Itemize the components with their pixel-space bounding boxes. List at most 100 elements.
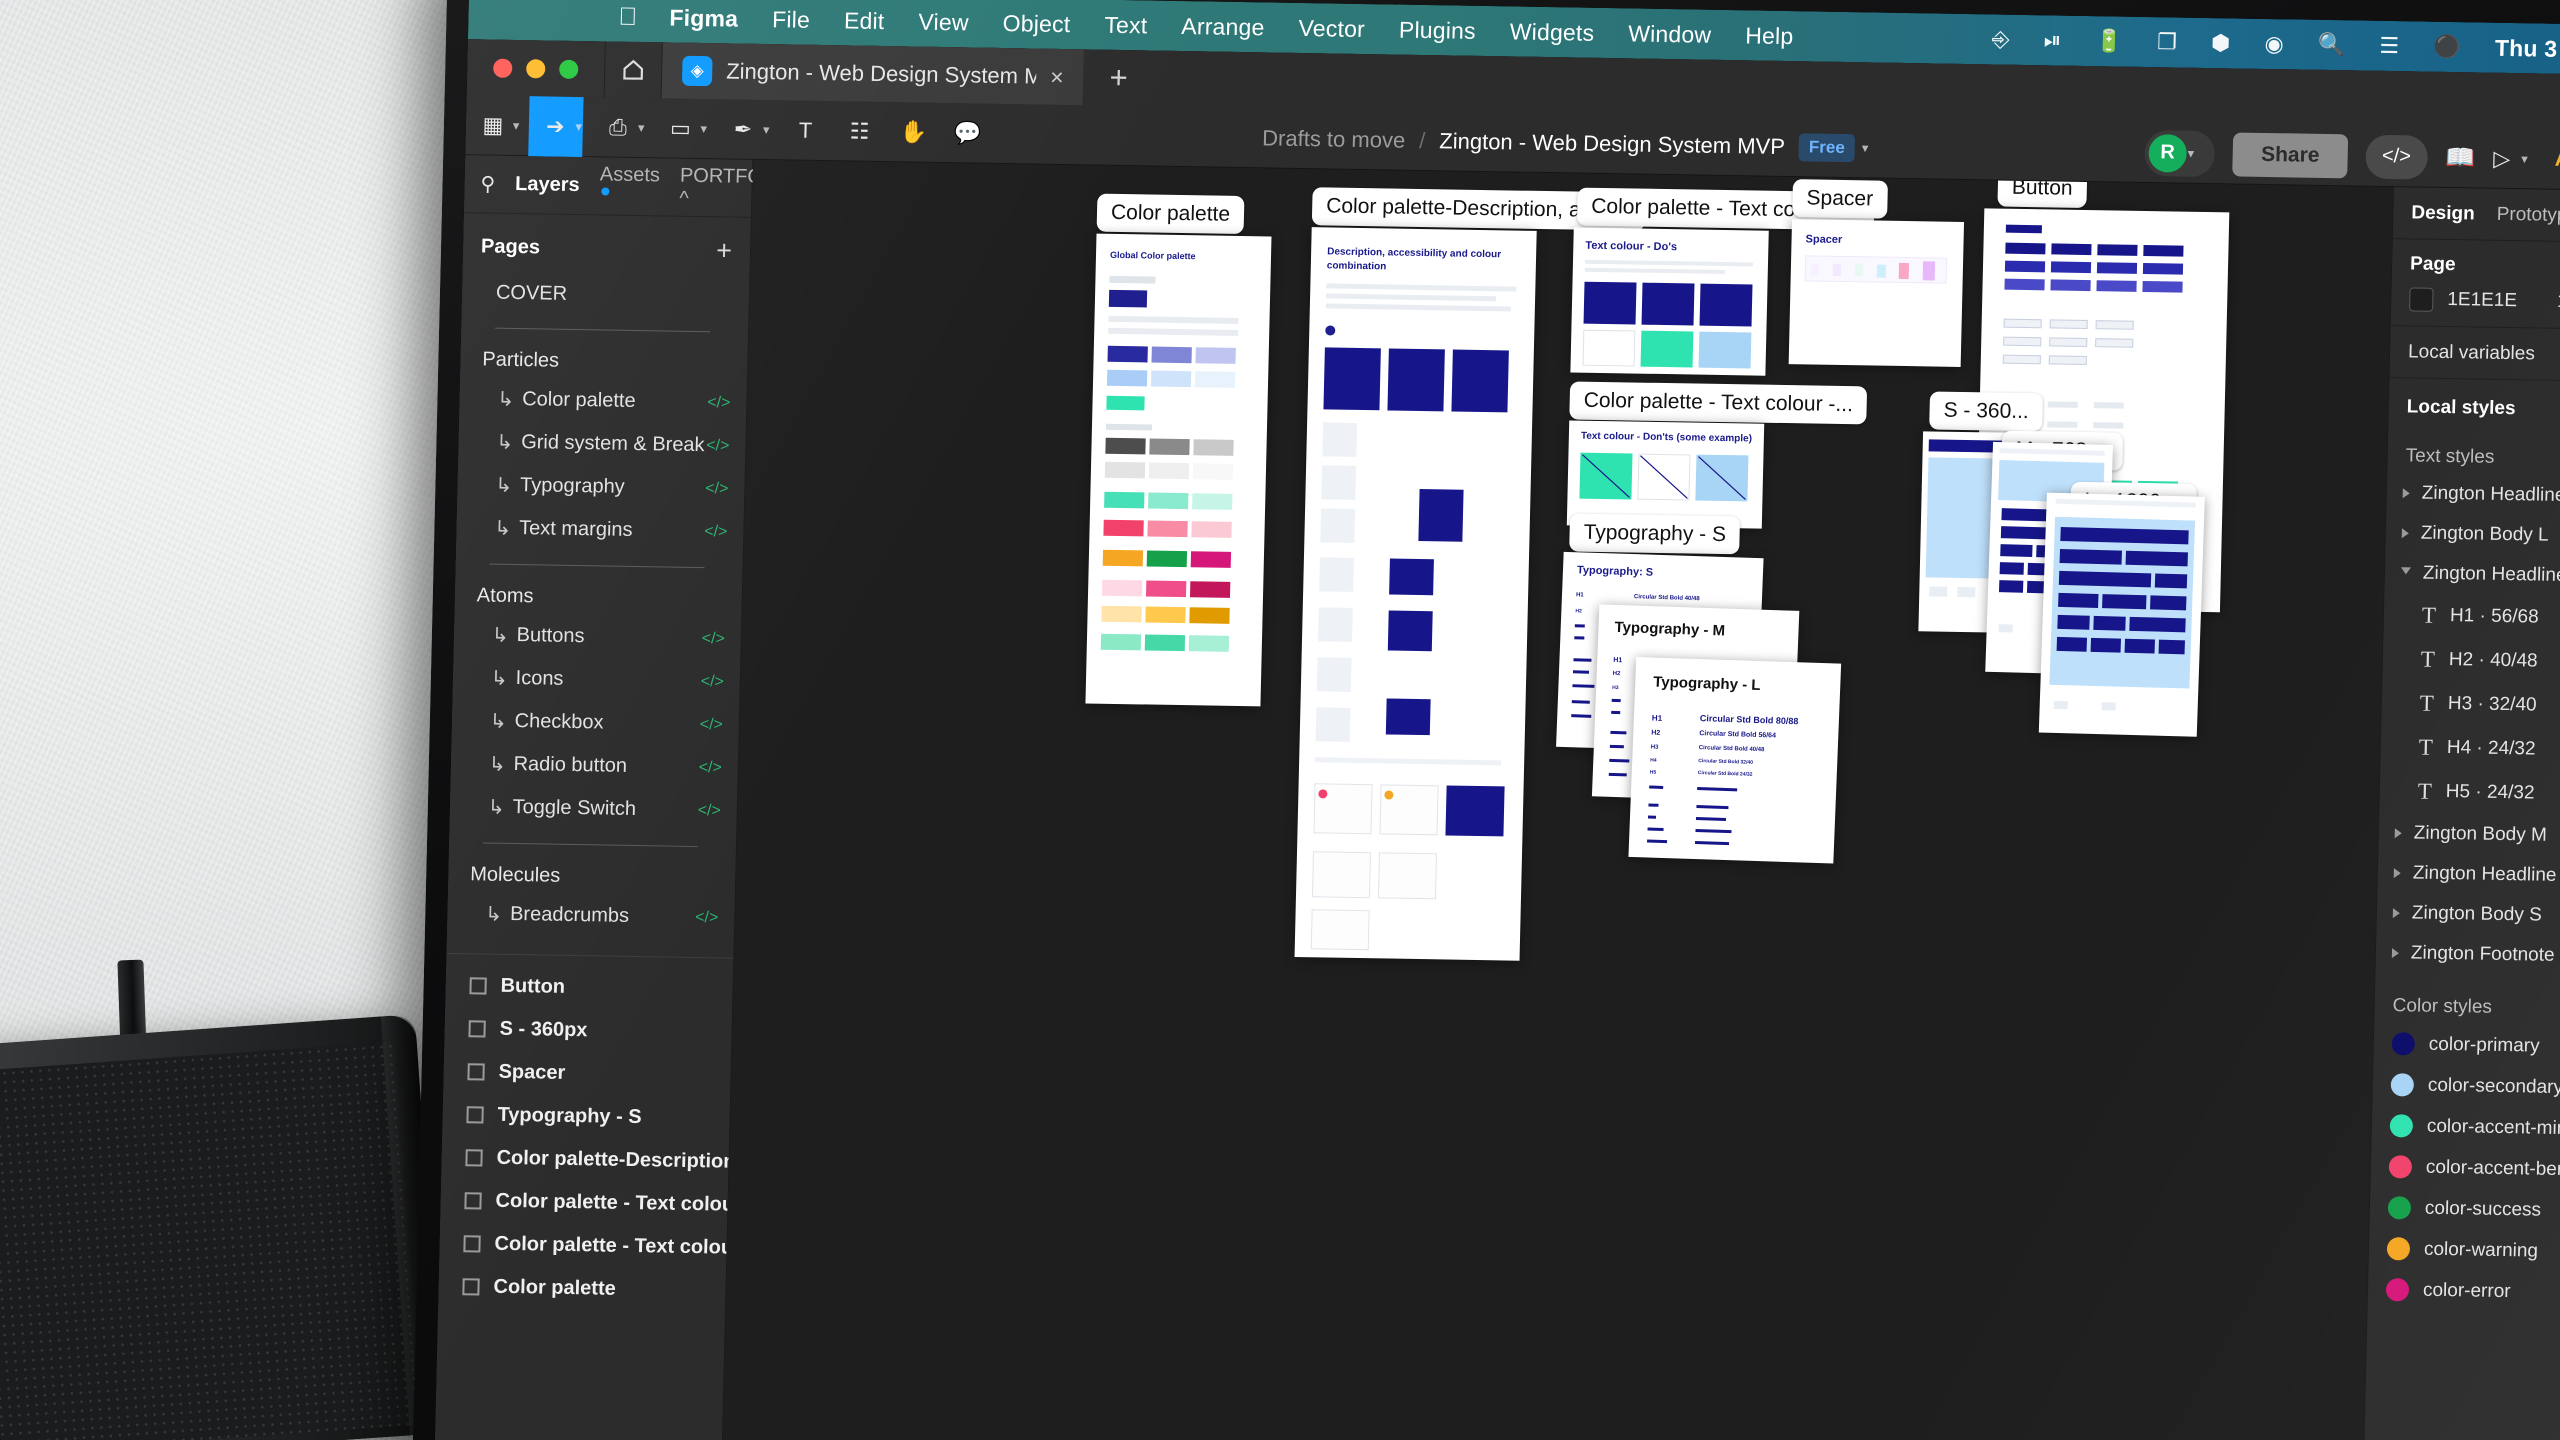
maximize-window-button[interactable] [559,59,579,79]
text-style-h4[interactable]: T H4 · 24/32 [2380,725,2560,774]
chevron-right-icon[interactable] [2393,868,2401,879]
menu-item-edit[interactable]: Edit [844,7,885,35]
list-item[interactable]: Color palette - Text colour - Do's [439,1222,727,1270]
list-item[interactable]: Button [445,964,733,1012]
menubar-clock[interactable]: Thu 3 Oct 13:4 [2495,34,2560,64]
page-item-color-palette[interactable]: ↳ Color palette </> [459,377,747,425]
shape-caret-icon[interactable]: ▾ [700,121,707,137]
menu-item-window[interactable]: Window [1628,20,1712,48]
document-tab[interactable]: ◈ Zington - Web Design System MVP × [661,42,1085,106]
text-style-zington-body-s[interactable]: Zington Body S [2376,893,2560,938]
page-color-hex[interactable]: 1E1E1E [2447,289,2517,312]
bluetooth-icon[interactable]: ⬢ [2211,30,2231,56]
tab-prototype[interactable]: Prototype [2496,203,2560,226]
menu-item-widgets[interactable]: Widgets [1509,18,1595,46]
list-item[interactable]: Color palette [438,1265,726,1313]
chevron-right-icon[interactable] [2394,828,2402,839]
tab-design[interactable]: Design [2411,202,2475,225]
code-icon[interactable]: </> [707,394,731,412]
page-item-typography[interactable]: ↳ Typography </> [457,463,745,511]
color-style-accent-berry[interactable]: color-accent-berry [2370,1146,2560,1192]
page-item-cover[interactable]: COVER [461,272,749,318]
text-style-zington-body-l[interactable]: Zington Body L [2385,513,2560,558]
search-icon[interactable]: ⚲ [480,171,495,196]
avatar[interactable]: R ▾ [2144,129,2216,177]
book-icon[interactable]: 📖 [2445,143,2476,172]
code-icon[interactable]: </> [704,523,728,541]
move-caret-icon[interactable]: ▾ [575,118,582,134]
control-center-icon[interactable]: ☰ [2379,33,2400,59]
search-icon[interactable]: 🔍 [2318,32,2346,58]
color-style-secondary[interactable]: color-secondary [2372,1064,2560,1110]
menu-item-object[interactable]: Object [1002,10,1070,38]
menu-item-help[interactable]: Help [1745,22,1794,50]
page-item-checkbox[interactable]: ↳ Checkbox </> [451,699,739,747]
list-item[interactable]: Typography - S [442,1093,730,1141]
frame-caret-icon[interactable]: ▾ [638,119,645,135]
siri-icon[interactable]: ⚫ [2433,34,2461,60]
code-icon[interactable]: </> [698,759,723,777]
page-item-buttons[interactable]: ↳ Buttons </> [453,613,741,661]
list-item[interactable]: Color palette-Description, access... [441,1136,729,1184]
component-icon[interactable]: ☷ [832,101,887,162]
page-item-breadcrumbs[interactable]: ↳ Breadcrumbs </> [447,892,735,940]
wifi-icon[interactable]: ◉ [2264,31,2284,57]
menu-item-view[interactable]: View [918,8,969,36]
chevron-down-icon[interactable] [2400,567,2412,580]
list-item[interactable]: S - 360px [444,1007,732,1055]
document-menu-caret-icon[interactable]: ▾ [1862,140,1869,156]
new-tab-button[interactable]: + [1083,49,1154,106]
frame-label-color-palette[interactable]: Color palette [1096,193,1245,235]
list-item[interactable]: Spacer [443,1050,731,1098]
color-style-accent-mint[interactable]: color-accent-mint [2371,1105,2560,1151]
menu-item-figma[interactable]: Figma [669,4,738,32]
code-icon[interactable]: </> [697,802,721,820]
text-style-zington-headline-s[interactable]: Zington Headline S [2377,853,2560,898]
menu-grid-caret-icon[interactable]: ▾ [513,117,520,133]
present-caret-icon[interactable]: ▾ [2521,151,2528,167]
code-icon[interactable]: </> [705,480,729,498]
color-style-success[interactable]: color-success [2369,1187,2560,1233]
avatar-caret-icon[interactable]: ▾ [2187,145,2194,161]
chevron-right-icon[interactable] [2401,528,2409,539]
color-style-primary[interactable]: color-primary [2373,1023,2560,1069]
breadcrumb-parent[interactable]: Drafts to move [1262,125,1406,153]
present-play-icon[interactable]: ▷ [2493,145,2511,171]
frame-label-typography-s[interactable]: Typography - S [1569,513,1741,555]
local-variables-section[interactable]: Local variables ⚙ [2389,326,2560,383]
code-icon[interactable]: </> [706,437,730,455]
menu-item-plugins[interactable]: Plugins [1399,16,1476,44]
chevron-right-icon[interactable] [2402,488,2410,499]
text-style-zington-footnote[interactable]: Zington Footnote S - M - L [2375,933,2560,978]
minimize-window-button[interactable] [526,58,546,78]
frame-spacer[interactable]: Spacer [1788,219,1965,367]
text-icon[interactable]: T [778,100,833,161]
frame-color-palette-description[interactable]: Description, accessibility and colour co… [1294,227,1537,961]
text-style-h1[interactable]: T H1 · 56/68 [2383,593,2560,642]
chevron-right-icon[interactable] [2392,908,2400,919]
dev-mode-button[interactable]: </> [2364,134,2428,180]
text-style-zington-body-m[interactable]: Zington Body M [2378,813,2560,858]
hand-icon[interactable]: ✋ [886,102,941,163]
figma-status-icon[interactable]: ⎆ [1992,26,2010,52]
close-window-button[interactable] [493,58,513,78]
frame-l-1200px[interactable] [2038,492,2205,737]
frame-color-palette[interactable]: Global Color palette [1085,233,1272,707]
color-style-warning[interactable]: color-warning [2368,1228,2560,1274]
screen-mirror-icon[interactable]: ❐ [2157,29,2178,55]
page-item-radio-button[interactable]: ↳ Radio button </> [450,742,738,790]
comment-icon[interactable]: 💬 [940,103,995,164]
text-style-h5[interactable]: T H5 · 24/32 [2379,769,2560,818]
frame-label-text-colour-donts[interactable]: Color palette - Text colour -... [1569,381,1868,425]
page-color-swatch[interactable] [2409,287,2434,312]
menu-item-text[interactable]: Text [1104,11,1148,39]
battery-charging-icon[interactable]: 🔋 [2095,28,2123,54]
text-style-zington-headline-l[interactable]: Zington Headline L [2386,473,2560,518]
frame-label-s-360[interactable]: S - 360... [1929,391,2044,432]
color-style-error[interactable]: color-error [2368,1269,2560,1315]
frame-label-spacer[interactable]: Spacer [1792,179,1888,219]
tab-assets[interactable]: Assets [599,163,660,210]
apple-icon[interactable]:  [618,2,638,31]
page-item-text-margins[interactable]: ↳ Text margins </> [456,506,744,554]
page-item-toggle-switch[interactable]: ↳ Toggle Switch </> [449,785,737,833]
